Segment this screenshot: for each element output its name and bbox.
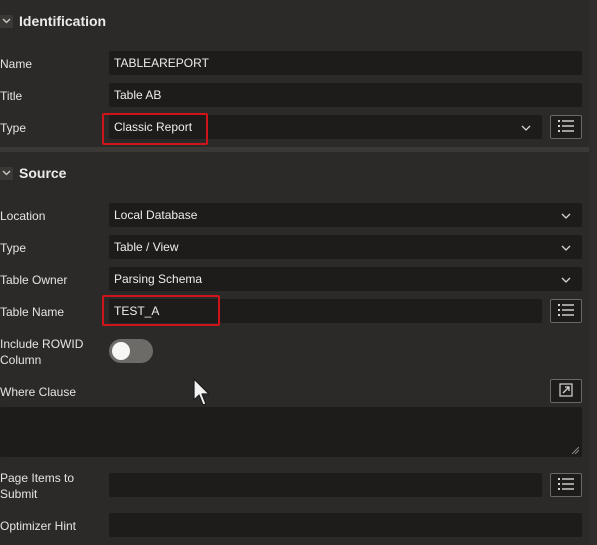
optimizer-hint-input[interactable] — [109, 513, 582, 537]
source-type-select[interactable]: Table / View — [109, 235, 582, 259]
identification-header[interactable]: Identification — [0, 1, 589, 41]
table-name-label: Table Name — [0, 305, 65, 319]
chevron-down-icon — [561, 208, 571, 222]
page-items-input[interactable] — [109, 473, 542, 497]
expand-editor-button[interactable] — [550, 379, 582, 403]
scrollbar[interactable] — [589, 0, 597, 545]
type-highlight-box — [102, 113, 208, 145]
where-clause-label: Where Clause — [0, 385, 77, 399]
list-icon — [557, 119, 575, 136]
optimizer-hint-label: Optimizer Hint — [0, 519, 77, 533]
identification-title: Identification — [19, 13, 107, 29]
chevron-down-icon[interactable] — [0, 14, 13, 28]
table-owner-label: Table Owner — [0, 273, 68, 287]
resize-handle-icon[interactable] — [572, 447, 579, 454]
table-owner-select[interactable]: Parsing Schema — [109, 267, 582, 291]
include-rowid-label: Include ROWID Column — [0, 336, 83, 368]
table-name-highlight-box — [102, 295, 220, 326]
table-owner-value: Parsing Schema — [114, 272, 203, 286]
source-type-value: Table / View — [114, 240, 179, 254]
chevron-down-icon[interactable] — [0, 166, 13, 180]
include-rowid-label-line1: Include ROWID — [0, 337, 84, 351]
type-label: Type — [0, 121, 27, 135]
source-title: Source — [19, 165, 67, 181]
name-input[interactable]: TABLEAREPORT — [109, 51, 582, 75]
page-items-list-button[interactable] — [550, 473, 582, 497]
chevron-down-icon — [561, 240, 571, 254]
list-icon — [557, 477, 575, 494]
page-items-label-line2: Submit — [0, 487, 38, 501]
location-value: Local Database — [114, 208, 198, 222]
include-rowid-toggle[interactable] — [109, 339, 153, 363]
name-label: Name — [0, 57, 33, 71]
mouse-pointer-icon — [193, 378, 210, 406]
title-input[interactable]: Table AB — [109, 83, 582, 107]
toggle-knob — [112, 342, 130, 360]
table-name-list-button[interactable] — [550, 299, 582, 323]
name-value: TABLEAREPORT — [114, 56, 209, 70]
location-label: Location — [0, 209, 46, 223]
section-divider — [0, 147, 589, 152]
chevron-down-icon — [521, 120, 531, 134]
location-select[interactable]: Local Database — [109, 203, 582, 227]
type-list-button[interactable] — [550, 115, 582, 139]
chevron-down-icon — [561, 272, 571, 286]
include-rowid-label-line2: Column — [0, 353, 42, 367]
title-value: Table AB — [114, 88, 162, 102]
title-label: Title — [0, 89, 23, 103]
page-items-label-line1: Page Items to — [0, 471, 75, 485]
where-clause-textarea[interactable] — [0, 407, 582, 457]
list-icon — [557, 303, 575, 320]
source-header[interactable]: Source — [0, 153, 589, 193]
page-items-label: Page Items to Submit — [0, 470, 74, 502]
source-type-label: Type — [0, 241, 27, 255]
expand-icon — [559, 382, 573, 400]
